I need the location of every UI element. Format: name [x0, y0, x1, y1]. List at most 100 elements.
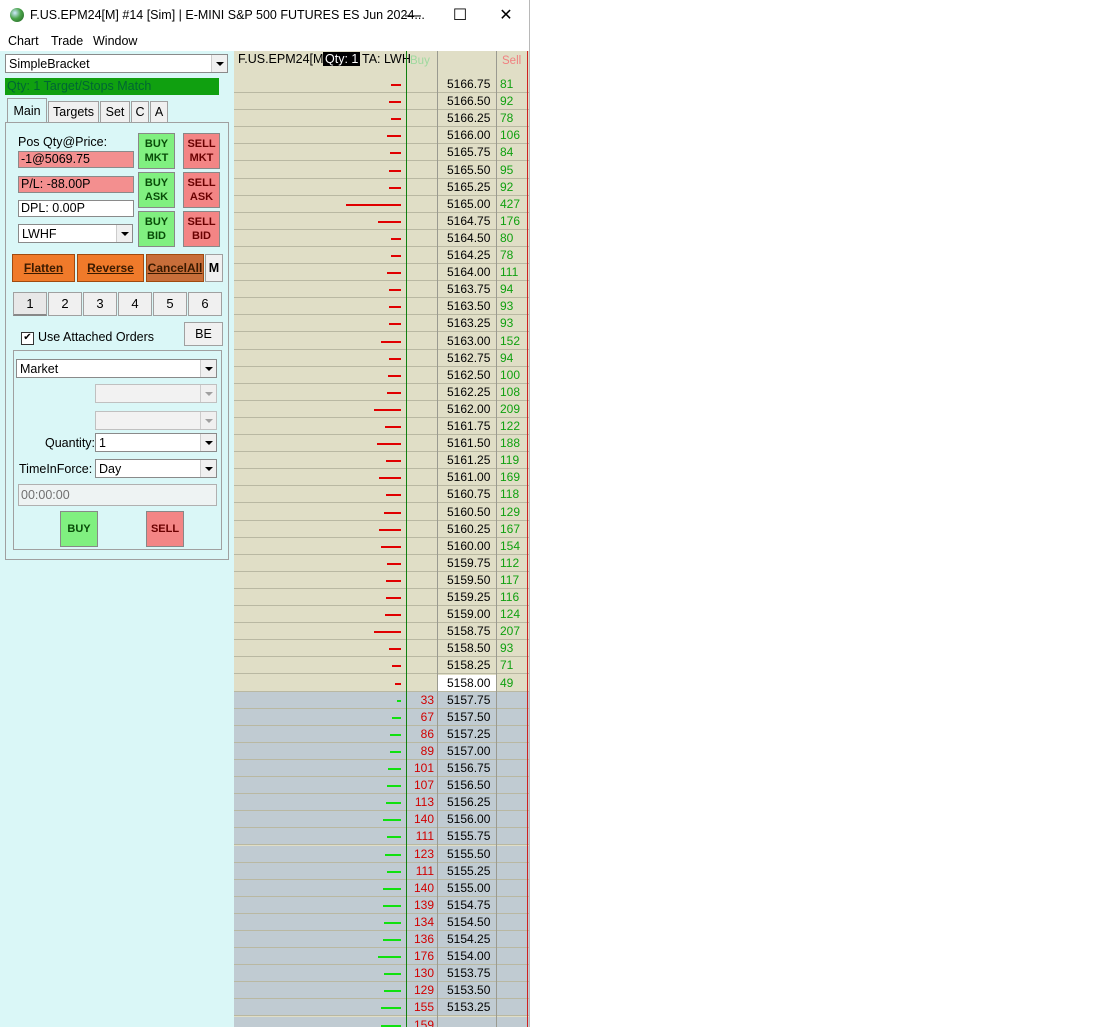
bid-row[interactable]: 101 5156.75 [234, 760, 529, 777]
price-cell[interactable]: 5166.50 [438, 93, 496, 110]
bid-size[interactable]: 67 [407, 709, 436, 726]
price-cell[interactable]: 5161.50 [438, 435, 496, 452]
quantity-select[interactable]: 1 [95, 433, 217, 452]
ask-row[interactable]: 5164.75 176 [234, 213, 529, 230]
ask-size[interactable]: 169 [500, 469, 527, 486]
price-cell[interactable]: 5161.25 [438, 452, 496, 469]
ask-size[interactable]: 116 [500, 589, 527, 606]
bid-row[interactable]: 123 5155.50 [234, 845, 529, 863]
chevron-down-icon[interactable] [211, 55, 227, 72]
bid-size[interactable]: 107 [407, 777, 436, 794]
bid-size[interactable]: 89 [407, 743, 436, 760]
buy-market-button[interactable]: BUY MKT [138, 133, 175, 169]
config-select[interactable]: SimpleBracket [5, 54, 228, 73]
bid-size[interactable]: 86 [407, 726, 436, 743]
bid-row[interactable]: 111 5155.75 [234, 828, 529, 846]
ask-row[interactable]: 5166.25 78 [234, 110, 529, 128]
ask-size[interactable]: 93 [500, 315, 527, 332]
close-button[interactable]: ✕ [483, 0, 529, 31]
price-cell[interactable]: 5160.75 [438, 486, 496, 503]
reverse-button[interactable]: Reverse [77, 254, 144, 282]
bid-row[interactable]: 89 5157.00 [234, 742, 529, 760]
ask-row[interactable]: 5161.50 188 [234, 435, 529, 453]
price-cell[interactable]: 5159.50 [438, 572, 496, 589]
ask-size[interactable]: 124 [500, 606, 527, 623]
price-cell[interactable]: 5165.25 [438, 179, 496, 196]
bid-row[interactable]: 130 5153.75 [234, 965, 529, 983]
bid-size[interactable]: 155 [407, 999, 436, 1016]
ask-size[interactable]: 176 [500, 213, 527, 230]
ask-row[interactable]: 5161.25 119 [234, 452, 529, 470]
bid-size[interactable]: 111 [407, 828, 436, 845]
price-cell[interactable]: 5156.25 [438, 794, 496, 811]
bid-row[interactable]: 140 5156.00 [234, 811, 529, 829]
ask-size[interactable]: 93 [500, 640, 527, 657]
bid-size[interactable]: 159 [407, 1017, 436, 1027]
ask-row[interactable]: 5166.50 92 [234, 93, 529, 111]
use-attached-orders-checkbox[interactable]: ✔ [21, 332, 34, 345]
price-cell[interactable]: 5161.00 [438, 469, 496, 486]
chevron-down-icon[interactable] [116, 225, 132, 242]
tab-2[interactable]: 2 [48, 292, 82, 316]
buy-ask-button[interactable]: BUY ASK [138, 172, 175, 208]
price-cell[interactable]: 5164.50 [438, 230, 496, 247]
ask-size[interactable]: 207 [500, 623, 527, 640]
account-select[interactable]: LWHF [18, 224, 133, 243]
price-cell[interactable]: 5166.25 [438, 110, 496, 127]
minimize-button[interactable]: — [390, 0, 436, 31]
ask-size[interactable]: 167 [500, 521, 527, 538]
price-cell[interactable]: 5155.00 [438, 880, 496, 897]
price-cell[interactable]: 5154.00 [438, 948, 496, 965]
cancel-all-button[interactable]: CancelAll [146, 254, 204, 282]
price-cell[interactable]: 5160.25 [438, 521, 496, 538]
bid-size[interactable]: 113 [407, 794, 436, 811]
bid-row[interactable]: 107 5156.50 [234, 777, 529, 795]
ask-size[interactable]: 94 [500, 350, 527, 367]
bid-size[interactable]: 129 [407, 982, 436, 999]
price-cell[interactable]: 5157.50 [438, 709, 496, 726]
ask-size[interactable]: 111 [500, 264, 527, 281]
tab-4[interactable]: 4 [118, 292, 152, 316]
price-cell[interactable]: 5155.25 [438, 863, 496, 880]
ask-size[interactable]: 122 [500, 418, 527, 435]
ask-size[interactable]: 119 [500, 452, 527, 469]
price-cell[interactable]: 5156.00 [438, 811, 496, 828]
buy-button[interactable]: BUY [60, 511, 98, 547]
price-cell[interactable]: 5159.25 [438, 589, 496, 606]
sell-button[interactable]: SELL [146, 511, 184, 547]
bid-size[interactable]: 33 [407, 692, 436, 709]
price-cell[interactable]: 5157.00 [438, 743, 496, 760]
price-cell[interactable]: 5154.25 [438, 931, 496, 948]
price-cell[interactable]: 5156.75 [438, 760, 496, 777]
bid-row[interactable]: 111 5155.25 [234, 862, 529, 880]
tab-c[interactable]: C [131, 101, 149, 122]
ask-row[interactable]: 5159.00 124 [234, 606, 529, 624]
price-cell[interactable]: 5157.75 [438, 692, 496, 709]
bid-size[interactable]: 136 [407, 931, 436, 948]
price-cell[interactable]: 5154.75 [438, 897, 496, 914]
menu-chart[interactable]: Chart [8, 34, 39, 48]
chevron-down-icon[interactable] [200, 360, 216, 377]
price-cell[interactable]: 5159.75 [438, 555, 496, 572]
bid-row[interactable]: 67 5157.50 [234, 708, 529, 726]
price-cell[interactable]: 5166.75 [438, 76, 496, 93]
bid-row[interactable]: 159 [234, 1016, 529, 1027]
order-type-select[interactable]: Market [16, 359, 217, 378]
ask-row[interactable]: 5161.75 122 [234, 418, 529, 435]
price-cell[interactable]: 5164.25 [438, 247, 496, 264]
price-cell[interactable]: 5159.00 [438, 606, 496, 623]
ask-size[interactable]: 152 [500, 333, 527, 350]
ask-row[interactable]: 5163.25 93 [234, 315, 529, 333]
bid-row[interactable]: 155 5153.25 [234, 999, 529, 1017]
price-cell[interactable]: 5162.25 [438, 384, 496, 401]
bid-row[interactable]: 113 5156.25 [234, 794, 529, 812]
tab-5[interactable]: 5 [153, 292, 187, 316]
ask-size[interactable]: 106 [500, 127, 527, 144]
bid-size[interactable]: 101 [407, 760, 436, 777]
ask-size[interactable]: 118 [500, 486, 527, 503]
ask-row[interactable]: 5164.25 78 [234, 247, 529, 264]
ask-row[interactable]: 5160.75 118 [234, 486, 529, 504]
tab-6[interactable]: 6 [188, 292, 222, 316]
bid-row[interactable]: 140 5155.00 [234, 879, 529, 897]
bid-row[interactable]: 176 5154.00 [234, 948, 529, 966]
